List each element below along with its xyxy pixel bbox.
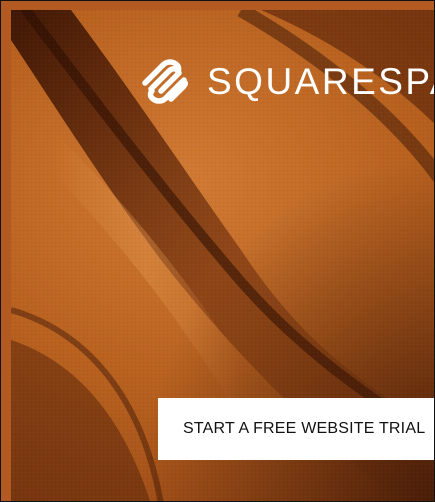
cta-label: START A FREE WEBSITE TRIAL xyxy=(183,420,426,437)
ad-banner[interactable]: SQUARESPA START A FREE WEBSITE TRIAL xyxy=(0,0,435,502)
brand-name: SQUARESPA xyxy=(207,60,435,102)
squarespace-logo-icon xyxy=(142,59,188,104)
squarespace-logo: SQUARESPA xyxy=(137,55,435,107)
start-free-trial-button[interactable]: START A FREE WEBSITE TRIAL xyxy=(158,398,434,460)
